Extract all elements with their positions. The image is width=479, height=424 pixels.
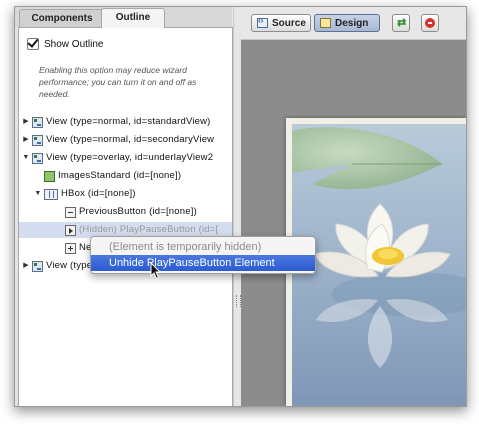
stop-button[interactable] [421, 14, 439, 32]
show-outline-row[interactable]: Show Outline [27, 38, 103, 50]
tree-item-label: PreviousButton (id=[none]) [79, 206, 197, 217]
show-outline-label: Show Outline [44, 38, 104, 50]
source-icon [257, 16, 268, 28]
tree-item-hbox[interactable]: ▼ HBox (id=[none]) [34, 186, 136, 202]
refresh-icon: ⇄ [397, 17, 407, 29]
tree-item-label: View (type=overlay, id=underlayView2 [46, 152, 214, 163]
left-panel: Components Outline Show Outline Enabling… [15, 7, 233, 406]
menu-item-unhide-element[interactable]: Unhide PlayPauseButton Element [91, 255, 315, 271]
next-button-icon [65, 242, 76, 254]
tab-outline[interactable]: Outline [101, 8, 165, 28]
tree-item-label: View (type=normal, id=standardView) [46, 116, 211, 127]
source-button[interactable]: Source [251, 14, 311, 32]
view-icon [32, 116, 43, 128]
tree-item-previous-button[interactable]: PreviousButton (id=[none]) [65, 204, 197, 220]
source-button-label: Source [272, 17, 306, 29]
tree-item-next-button[interactable]: Ne [65, 240, 92, 256]
stop-icon [425, 18, 435, 28]
image-icon [44, 170, 55, 182]
view-icon [32, 260, 43, 272]
design-button-label: Design [335, 17, 369, 29]
view-icon [32, 134, 43, 146]
app-window: Components Outline Show Outline Enabling… [14, 6, 467, 407]
show-outline-checkbox[interactable] [27, 38, 39, 50]
expand-triangle-icon[interactable]: ▶ [22, 258, 30, 274]
mouse-pointer-icon [150, 262, 162, 280]
tree-item-underlay-view[interactable]: ▼ View (type=overlay, id=underlayView2 [22, 150, 213, 166]
water-lily-photo [292, 124, 466, 406]
tab-components[interactable]: Components [19, 9, 105, 27]
hbox-icon [44, 188, 58, 200]
previous-button-icon [65, 206, 76, 218]
menu-item-element-hidden: (Element is temporarily hidden) [109, 241, 262, 253]
context-menu: (Element is temporarily hidden) Unhide P… [90, 236, 316, 274]
panel-tabbar: Components Outline [15, 7, 232, 28]
design-icon [320, 18, 331, 28]
design-canvas[interactable] [241, 40, 466, 406]
tree-item-standard-view[interactable]: ▶ View (type=normal, id=standardView) [22, 114, 211, 130]
view-icon [32, 152, 43, 164]
water-lily-image [292, 124, 466, 406]
refresh-button[interactable]: ⇄ [392, 14, 410, 32]
outline-panel: Show Outline Enabling this option may re… [18, 27, 233, 406]
tree-item-secondary-view[interactable]: ▶ View (type=normal, id=secondaryView [22, 132, 214, 148]
tree-item-label: HBox (id=[none]) [61, 188, 136, 199]
expand-triangle-icon[interactable]: ▶ [22, 132, 30, 148]
design-button[interactable]: Design [314, 14, 380, 32]
collapse-triangle-icon[interactable]: ▼ [22, 150, 30, 166]
tree-item-images-standard[interactable]: ImagesStandard (id=[none]) [44, 168, 181, 184]
collapse-triangle-icon[interactable]: ▼ [34, 186, 42, 202]
expand-triangle-icon[interactable]: ▶ [22, 114, 30, 130]
editor-toolbar: Source Design ⇄ [241, 7, 466, 40]
tree-item-label: ImagesStandard (id=[none]) [58, 170, 182, 181]
play-button-icon [65, 224, 76, 236]
tree-item-label: View (type=normal, id=secondaryView [46, 134, 215, 145]
performance-hint: Enabling this option may reduce wizard p… [39, 65, 197, 99]
